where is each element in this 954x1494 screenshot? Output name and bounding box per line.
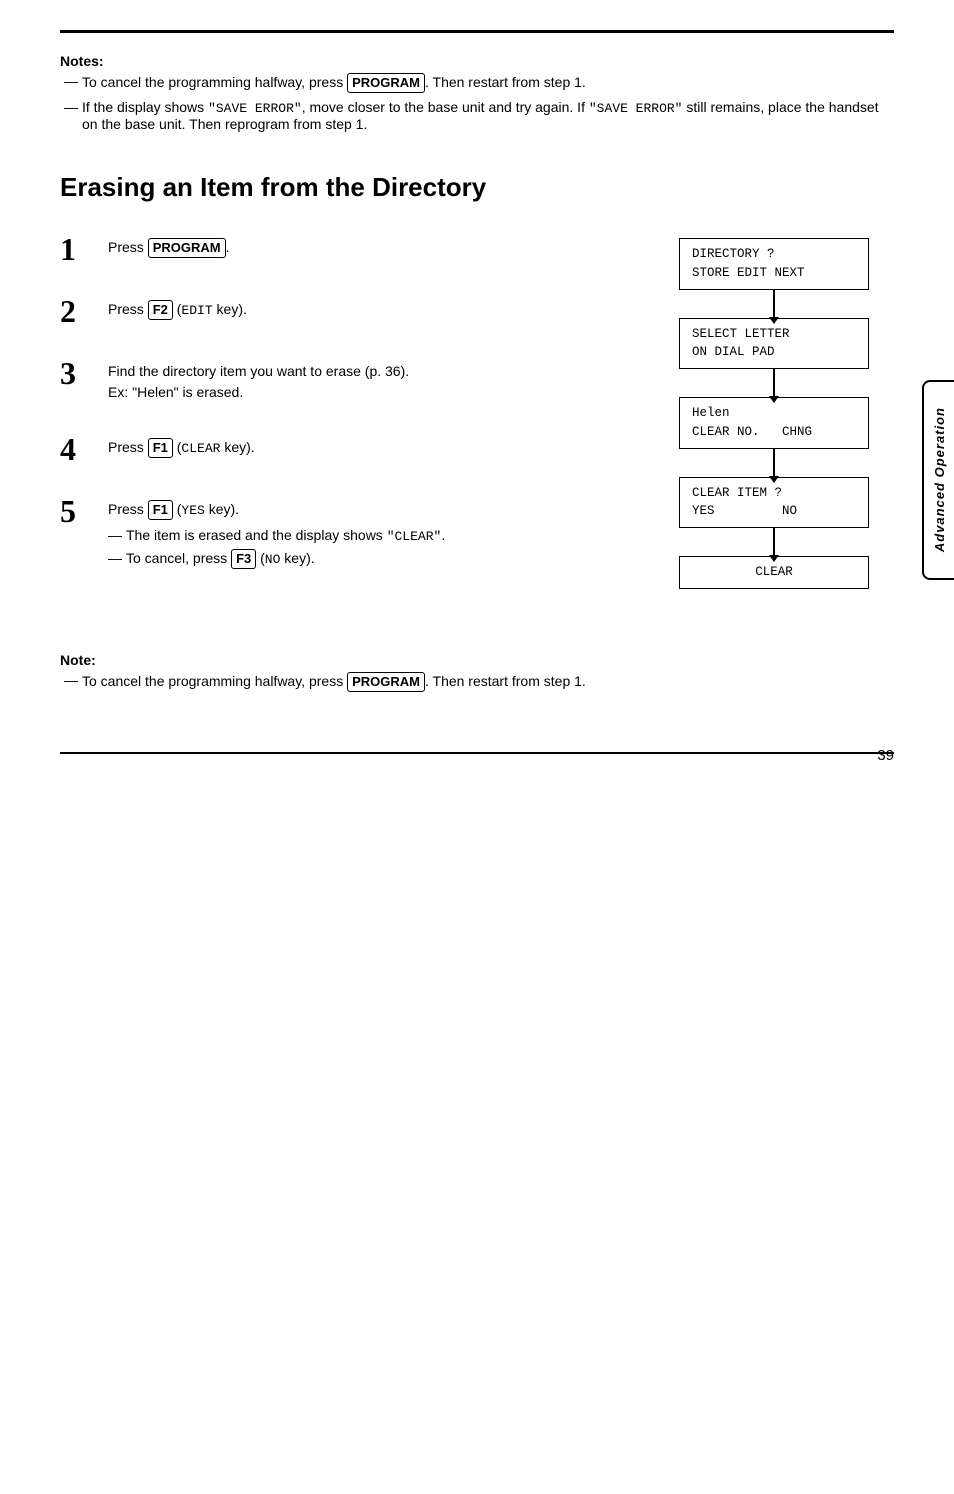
section-title: Erasing an Item from the Directory <box>60 172 894 203</box>
diag-box-3: HelenCLEAR NO. CHNG <box>679 397 869 449</box>
page: Notes: — To cancel the programming halfw… <box>0 0 954 794</box>
f2-key: F2 <box>148 300 173 320</box>
diag-arrow-4 <box>773 528 775 556</box>
notes-top-title: Notes: <box>60 53 894 69</box>
diagram-wrapper: DIRECTORY ?STORE EDIT NEXT SELECT LETTER… <box>679 238 869 589</box>
diag-arrow-1 <box>773 290 775 318</box>
program-key-1: PROGRAM <box>347 73 425 93</box>
program-key-step1: PROGRAM <box>148 238 226 258</box>
note-bottom-title: Note: <box>60 652 894 668</box>
note-bottom-item-1: — To cancel the programming halfway, pre… <box>60 672 894 692</box>
f1-key-step5: F1 <box>148 500 173 520</box>
side-tab: Advanced Operation <box>922 380 954 580</box>
step-1: 1 Press PROGRAM. <box>60 233 634 265</box>
step-2-number: 2 <box>60 295 90 327</box>
diag-arrow-3 <box>773 449 775 477</box>
step-4-content: Press F1 (CLEAR key). <box>108 433 634 459</box>
steps-column: 1 Press PROGRAM. 2 Press F2 (EDIT key). … <box>60 233 654 602</box>
step-5: 5 Press F1 (YES key). — The item is eras… <box>60 495 634 572</box>
notes-top-item-1: — To cancel the programming halfway, pre… <box>60 73 894 93</box>
diag-box-2: SELECT LETTERON DIAL PAD <box>679 318 869 370</box>
step-3: 3 Find the directory item you want to er… <box>60 357 634 403</box>
bottom-note-section: Note: — To cancel the programming halfwa… <box>60 652 894 692</box>
program-key-bottom: PROGRAM <box>347 672 425 692</box>
step-4: 4 Press F1 (CLEAR key). <box>60 433 634 465</box>
step-5-number: 5 <box>60 495 90 527</box>
step-3-content: Find the directory item you want to eras… <box>108 357 634 403</box>
f3-key: F3 <box>231 549 256 569</box>
main-content: 1 Press PROGRAM. 2 Press F2 (EDIT key). … <box>60 233 894 602</box>
step-1-number: 1 <box>60 233 90 265</box>
page-number: 39 <box>877 747 894 764</box>
diagram-column: DIRECTORY ?STORE EDIT NEXT SELECT LETTER… <box>654 233 894 602</box>
step-2: 2 Press F2 (EDIT key). <box>60 295 634 327</box>
notes-top-item-2: — If the display shows "SAVE ERROR", mov… <box>60 99 894 132</box>
bottom-border <box>60 752 894 754</box>
step-3-number: 3 <box>60 357 90 389</box>
step-5-sub-2: — To cancel, press F3 (NO key). <box>108 548 634 570</box>
step-4-number: 4 <box>60 433 90 465</box>
step-5-content: Press F1 (YES key). — The item is erased… <box>108 495 634 572</box>
step-5-sub: — The item is erased and the display sho… <box>108 525 634 570</box>
top-border <box>60 30 894 33</box>
step-2-content: Press F2 (EDIT key). <box>108 295 634 321</box>
step-1-content: Press PROGRAM. <box>108 233 634 258</box>
notes-top-section: Notes: — To cancel the programming halfw… <box>60 53 894 132</box>
diag-box-4: CLEAR ITEM ?YES NO <box>679 477 869 529</box>
diag-box-1: DIRECTORY ?STORE EDIT NEXT <box>679 238 869 290</box>
f1-key-step4: F1 <box>148 438 173 458</box>
diag-arrow-2 <box>773 369 775 397</box>
step-5-sub-1: — The item is erased and the display sho… <box>108 525 634 547</box>
side-tab-text: Advanced Operation <box>932 407 947 552</box>
